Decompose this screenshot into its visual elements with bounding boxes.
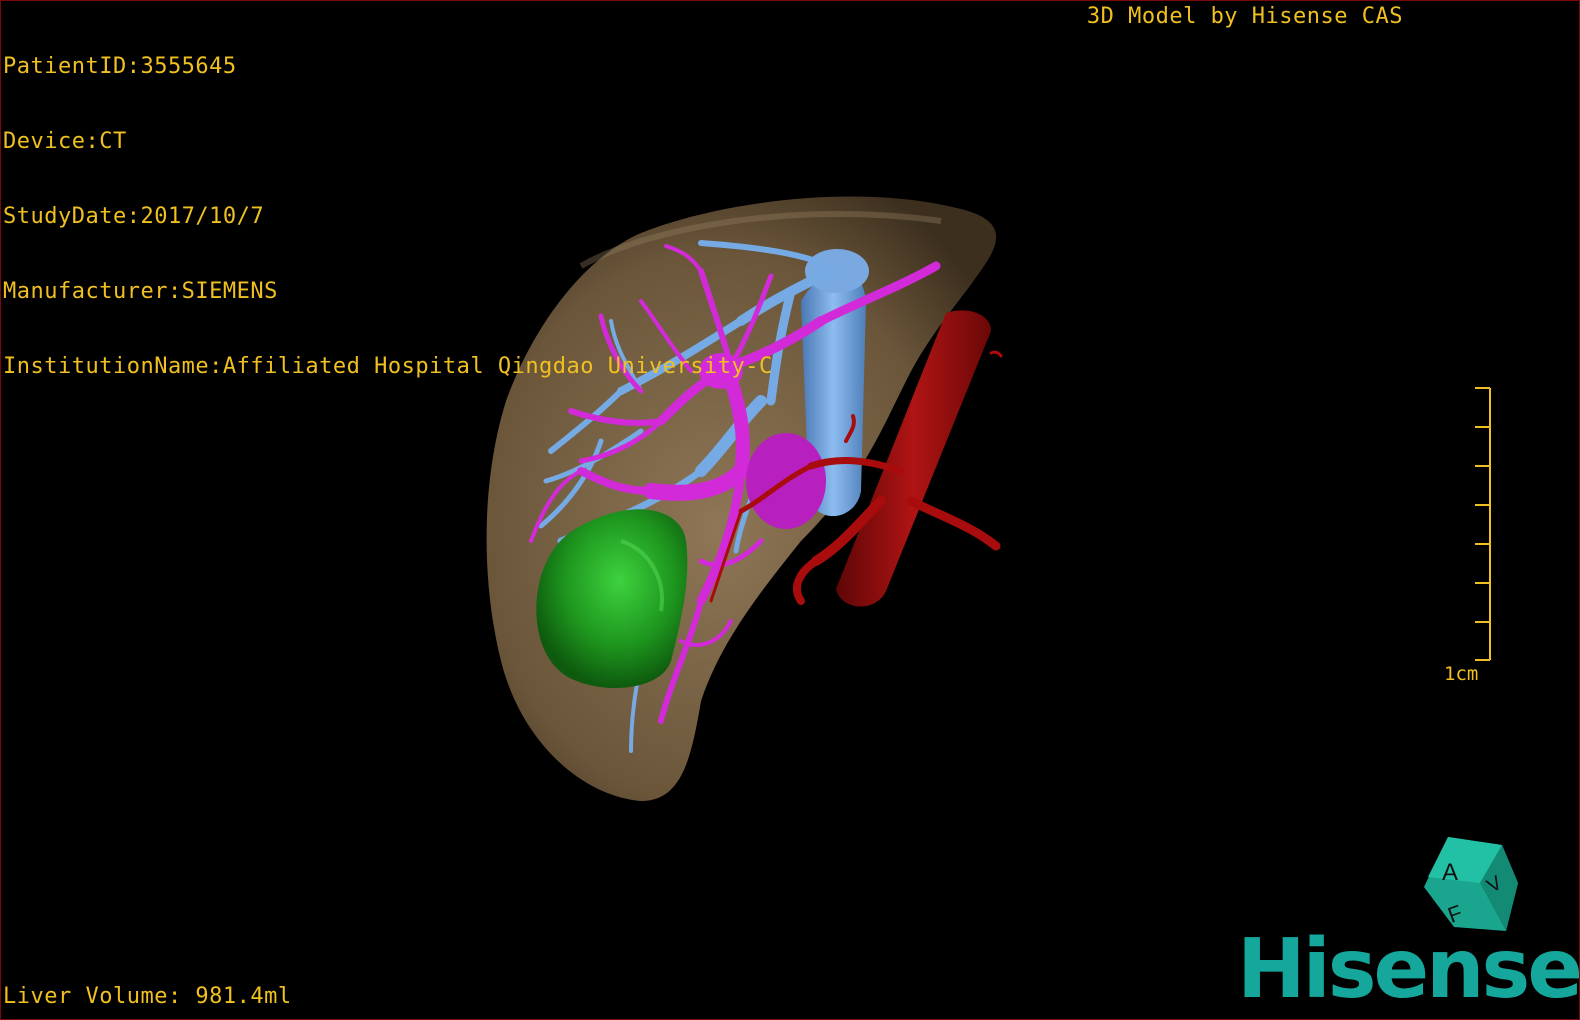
viewer-viewport[interactable]: A F V PatientID:3555645 Device:CT StudyD…	[0, 0, 1580, 1020]
study-info-overlay: PatientID:3555645 Device:CT StudyDate:20…	[3, 4, 773, 429]
orientation-cube[interactable]: A F V	[1424, 837, 1518, 931]
scale-bar-label: 1cm	[1444, 663, 1479, 685]
manufacturer: Manufacturer:SIEMENS	[3, 279, 278, 304]
hisense-logo: Hisense	[1237, 922, 1580, 1017]
scale-bar	[1475, 387, 1491, 661]
liver-volume: Liver Volume: 981.4ml	[3, 984, 292, 1009]
institution-name: InstitutionName:Affiliated Hospital Qing…	[3, 354, 773, 379]
model-title: 3D Model by Hisense CAS	[1086, 4, 1403, 29]
device: Device:CT	[3, 129, 127, 154]
cube-face-a: A	[1442, 859, 1458, 886]
patient-id: PatientID:3555645	[3, 54, 237, 79]
study-date: StudyDate:2017/10/7	[3, 204, 265, 229]
